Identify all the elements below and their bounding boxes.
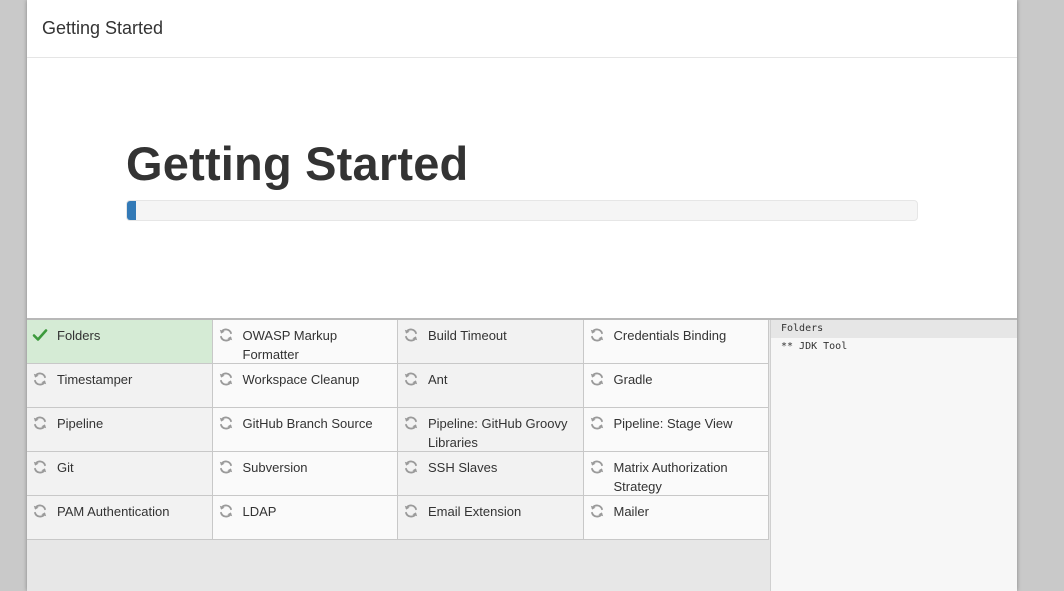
- refresh-icon: [403, 503, 419, 519]
- plugin-label: Workspace Cleanup: [242, 372, 360, 387]
- plugin-grid: Folders OWASP Markup Formatter Build Timeo…: [27, 320, 769, 540]
- plugin-label: Mailer: [613, 504, 649, 519]
- refresh-icon: [403, 459, 419, 475]
- page-title: Getting Started: [126, 137, 469, 190]
- plugin-label: Credentials Binding: [613, 328, 727, 343]
- progress-fill: [127, 201, 137, 220]
- install-progress-bar: [126, 200, 918, 221]
- refresh-icon: [218, 503, 234, 519]
- hero-section: Getting Started: [27, 58, 1017, 318]
- check-icon: [32, 327, 48, 343]
- plugin-item: Build Timeout: [398, 320, 584, 364]
- plugin-label: Matrix Authorization Strategy: [613, 460, 728, 494]
- plugin-label: Pipeline: [57, 416, 104, 431]
- plugin-label: LDAP: [242, 504, 277, 519]
- refresh-icon: [218, 459, 234, 475]
- plugin-item: Mailer: [583, 496, 769, 540]
- setup-dialog: Getting Started Getting Started Folders O…: [27, 0, 1017, 591]
- dialog-title: Getting Started: [42, 18, 164, 38]
- log-line: Folders: [771, 320, 1017, 338]
- plugin-item: Timestamper: [27, 364, 213, 408]
- plugin-label: Timestamper: [57, 372, 133, 387]
- dialog-header: Getting Started: [27, 0, 1017, 58]
- refresh-icon: [403, 327, 419, 343]
- plugin-item: SSH Slaves: [398, 452, 584, 496]
- refresh-icon: [32, 459, 48, 475]
- plugin-label: Pipeline: Stage View: [613, 416, 733, 431]
- plugin-item: Pipeline: [27, 408, 213, 452]
- plugin-item: LDAP: [212, 496, 398, 540]
- refresh-icon: [589, 327, 605, 343]
- plugin-label: Build Timeout: [428, 328, 507, 343]
- plugin-label: Gradle: [613, 372, 653, 387]
- plugin-item: Workspace Cleanup: [212, 364, 398, 408]
- plugin-item: Git: [27, 452, 213, 496]
- plugin-item: Gradle: [583, 364, 769, 408]
- refresh-icon: [403, 371, 419, 387]
- plugin-item: GitHub Branch Source: [212, 408, 398, 452]
- plugin-label: Email Extension: [428, 504, 522, 519]
- refresh-icon: [32, 503, 48, 519]
- plugin-item: Email Extension: [398, 496, 584, 540]
- log-line: ** JDK Tool: [781, 341, 848, 352]
- plugin-item: Folders: [27, 320, 213, 364]
- plugin-item: PAM Authentication: [27, 496, 213, 540]
- install-panel: Folders OWASP Markup Formatter Build Timeo…: [27, 318, 1017, 591]
- plugin-label: Ant: [428, 372, 448, 387]
- plugin-item: Pipeline: GitHub Groovy Libraries: [398, 408, 584, 452]
- plugin-label: Pipeline: GitHub Groovy Libraries: [428, 416, 568, 450]
- plugin-item: Matrix Authorization Strategy: [583, 452, 769, 496]
- refresh-icon: [32, 371, 48, 387]
- plugin-item: Pipeline: Stage View: [583, 408, 769, 452]
- plugin-item: Credentials Binding: [583, 320, 769, 364]
- install-log[interactable]: Folders ** JDK Tool: [770, 320, 1017, 591]
- refresh-icon: [589, 415, 605, 431]
- plugin-label: PAM Authentication: [57, 504, 170, 519]
- plugin-label: Folders: [57, 328, 101, 343]
- refresh-icon: [589, 503, 605, 519]
- plugin-label: GitHub Branch Source: [242, 416, 373, 431]
- refresh-icon: [589, 371, 605, 387]
- plugin-item: Ant: [398, 364, 584, 408]
- refresh-icon: [218, 371, 234, 387]
- refresh-icon: [589, 459, 605, 475]
- refresh-icon: [218, 415, 234, 431]
- plugin-item: Subversion: [212, 452, 398, 496]
- refresh-icon: [32, 415, 48, 431]
- refresh-icon: [218, 327, 234, 343]
- plugin-label: SSH Slaves: [428, 460, 498, 475]
- plugin-label: Git: [57, 460, 74, 475]
- plugin-item: OWASP Markup Formatter: [212, 320, 398, 364]
- plugin-label: Subversion: [242, 460, 308, 475]
- plugin-label: OWASP Markup Formatter: [242, 328, 338, 362]
- refresh-icon: [403, 415, 419, 431]
